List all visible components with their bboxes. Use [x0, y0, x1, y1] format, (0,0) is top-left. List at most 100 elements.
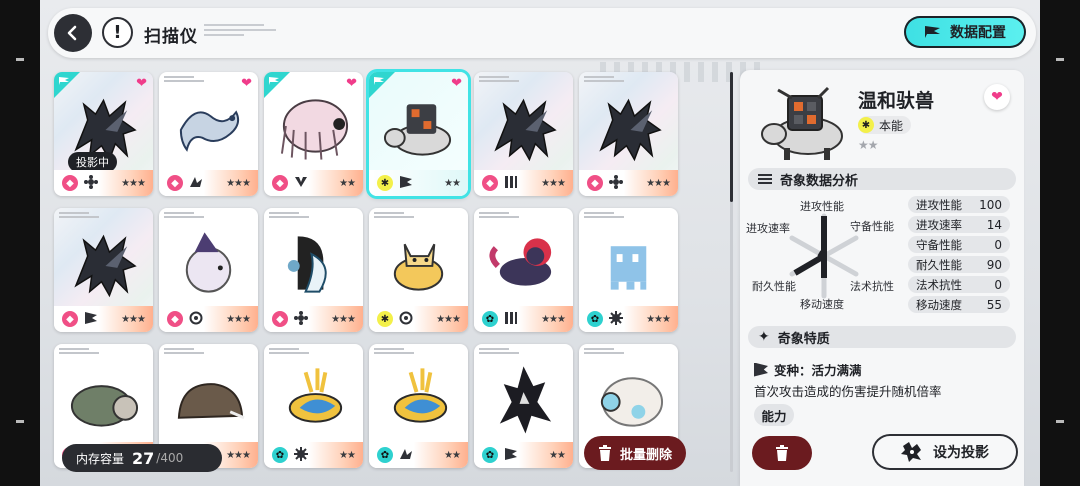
- creature-card[interactable]: ◆ ★★★: [579, 72, 678, 196]
- creature-boar-icon: [177, 383, 245, 420]
- card-footer: ✿ ★★★: [579, 306, 678, 332]
- card-footer: ◆ ★★: [264, 170, 363, 196]
- data-config-label: 数据配置: [950, 25, 1006, 41]
- card-footer: ◆ ★★★: [54, 306, 153, 332]
- help-icon: !: [113, 22, 122, 43]
- rarity-stars: ★★★: [646, 177, 671, 189]
- creature-card[interactable]: ❤ ✱ ★★: [369, 72, 468, 196]
- stat-label: 耐久性能: [916, 257, 962, 272]
- heart-icon: ❤: [136, 76, 147, 91]
- creature-card[interactable]: ◆ ★★★: [264, 208, 363, 332]
- batch-delete-button[interactable]: 批量删除: [584, 436, 686, 470]
- rarity-stars: ★★★: [436, 313, 461, 325]
- delete-button[interactable]: [752, 436, 812, 470]
- creature-turtle-bear-icon: [70, 385, 139, 427]
- rarity-stars: ★★★: [331, 313, 356, 325]
- trash-icon: [598, 445, 611, 461]
- creature-card[interactable]: ✿ ★★: [264, 344, 363, 468]
- data-config-button[interactable]: 数据配置: [904, 16, 1026, 48]
- page-title: 扫描仪: [144, 27, 198, 47]
- type-pink-icon: ◆: [272, 175, 288, 191]
- radar-label-durability: 耐久性能: [752, 280, 796, 293]
- stat-row: 移动速度 55: [908, 296, 1010, 313]
- creature-card[interactable]: ✿ ★★: [369, 344, 468, 468]
- stat-label: 移动速度: [916, 297, 962, 312]
- creature-card[interactable]: ✿ ★★★: [579, 208, 678, 332]
- creature-card[interactable]: ❤ ◆ ★★: [264, 72, 363, 196]
- stat-label: 法术抗性: [916, 277, 962, 292]
- radar-label-defense: 守备性能: [850, 220, 894, 233]
- back-button[interactable]: [54, 14, 92, 52]
- stat-row: 法术抗性 0: [908, 276, 1010, 293]
- card-tag: [164, 76, 204, 84]
- trait-description: 首次攻击造成的伤害提升随机倍率: [754, 384, 942, 399]
- rarity-stars: ★★★: [541, 313, 566, 325]
- creature-card[interactable]: ◆ ★★★: [159, 208, 258, 332]
- card-footer: ✱ ★★★: [369, 306, 468, 332]
- favorite-button[interactable]: ❤: [984, 84, 1010, 110]
- storage-count: 27: [132, 448, 155, 468]
- ability-swirl-icon: [189, 310, 203, 329]
- rarity-stars: ★★★: [121, 177, 146, 189]
- stat-value: 90: [986, 257, 1002, 272]
- sparkle-icon: ✦: [758, 329, 770, 345]
- card-tag: [164, 348, 204, 356]
- set-projection-button[interactable]: 设为投影: [872, 434, 1018, 470]
- creature-card[interactable]: ◆ ★★★: [54, 208, 153, 332]
- set-projection-label: 设为投影: [933, 445, 989, 461]
- creature-pixel-ghost-icon: [610, 246, 647, 290]
- ability-swirl-icon: [399, 310, 413, 329]
- rarity-stars: ★★: [549, 449, 566, 461]
- flag-icon: [269, 77, 279, 85]
- card-footer: ◆ ★★★: [159, 170, 258, 196]
- help-button[interactable]: !: [102, 17, 133, 48]
- heart-icon: ❤: [991, 89, 1003, 105]
- card-footer: ✿ ★★: [264, 442, 363, 468]
- creature-wolf-red-icon: [489, 238, 552, 286]
- storage-total: /400: [156, 451, 184, 465]
- creature-dragon-dark-icon: [74, 234, 137, 298]
- creature-card[interactable]: ❤ ◆ ★★★: [159, 72, 258, 196]
- type-pink-icon: ◆: [587, 175, 603, 191]
- card-tag: [164, 212, 204, 220]
- type-pink-icon: ◆: [167, 311, 183, 327]
- top-bar: ! 扫描仪 数据配置: [48, 8, 1036, 58]
- type-yellow-icon: ✱: [377, 175, 393, 191]
- ability-header: 能力: [754, 404, 794, 426]
- list-icon: [758, 174, 772, 184]
- creature-armored-beast-icon: [383, 104, 452, 156]
- card-footer: ◆ ★★★: [54, 170, 153, 196]
- creature-card[interactable]: ✿ ★★: [474, 344, 573, 468]
- card-tag: [269, 348, 309, 356]
- scroll-thumb[interactable]: [730, 72, 733, 202]
- creature-sheep-witch-icon: [185, 232, 232, 293]
- rarity-stars: ★★★: [121, 313, 146, 325]
- radar-label-magic-resist: 法术抗性: [850, 280, 894, 293]
- card-tag: [479, 212, 519, 220]
- grid-scrollbar[interactable]: [730, 72, 733, 472]
- card-tag: [59, 212, 99, 220]
- device-frame-right: [1040, 0, 1080, 486]
- heart-icon: ❤: [241, 76, 252, 91]
- radar-label-move-speed: 移动速度: [800, 298, 844, 311]
- rarity-stars: ★★★: [646, 313, 671, 325]
- ability-flag-icon: [399, 174, 413, 193]
- stat-value: 14: [986, 217, 1002, 232]
- creature-card[interactable]: ◆ ★★★: [474, 72, 573, 196]
- stat-value: 55: [986, 297, 1002, 312]
- creature-card[interactable]: ✱ ★★★: [369, 208, 468, 332]
- stat-radar: 进攻性能 守备性能 进攻速率 耐久性能 法术抗性 移动速度: [744, 194, 908, 312]
- creature-card[interactable]: ❤ 投影中 ◆ ★★★: [54, 72, 153, 196]
- stat-value: 100: [979, 197, 1002, 212]
- flag-icon: [374, 77, 384, 85]
- creature-portrait: [761, 86, 843, 160]
- rarity-stars: ★★★: [226, 313, 251, 325]
- rarity-stars: ★★: [444, 177, 461, 189]
- type-label: 本能: [879, 118, 904, 133]
- creature-card[interactable]: ✿ ★★★: [474, 208, 573, 332]
- device-frame-left: [0, 0, 40, 486]
- type-pink-icon: ◆: [167, 175, 183, 191]
- type-teal-icon: ✿: [482, 447, 498, 463]
- analysis-section-header: 奇象数据分析: [748, 168, 1016, 190]
- projecting-badge: 投影中: [68, 152, 117, 172]
